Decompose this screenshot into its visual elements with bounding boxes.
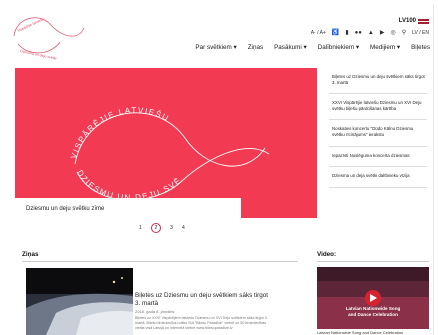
- video-divider: [317, 261, 429, 262]
- lv100-label: LV100: [398, 18, 416, 24]
- page-edge: [433, 4, 434, 335]
- video-frame: Latvian Nationwide Song and Dance Celebr…: [317, 267, 429, 329]
- search-icon[interactable]: ⚲: [402, 30, 406, 36]
- nav-item-par-svetkiem[interactable]: Par svētkiem ▾: [195, 44, 236, 51]
- news-date: 2018. gada 8. janvāris: [135, 309, 175, 314]
- nav-item-pasakumi[interactable]: Pasākumi ▾: [274, 44, 307, 51]
- nav-item-medijiem[interactable]: Medijiem ▾: [370, 44, 400, 51]
- instagram-icon[interactable]: ◎: [390, 30, 395, 36]
- font-size-toggle[interactable]: A- / A+: [311, 30, 326, 36]
- accessibility-icon[interactable]: ♿: [332, 30, 339, 36]
- latvian-flag-icon: [418, 18, 429, 24]
- youtube-icon[interactable]: ▶: [380, 30, 385, 36]
- main-nav: Par svētkiem ▾ Ziņas Pasākumi ▾ Dalībnie…: [195, 44, 430, 51]
- nav-item-biletes[interactable]: Biļetes: [411, 44, 430, 51]
- logo-text-bottom: Dziesmu un deju svētki: [20, 49, 57, 61]
- news-divider: [22, 261, 298, 262]
- sidebar-news-item[interactable]: Biļetes uz Dziesmu un deju svētkiem sāks…: [329, 68, 427, 95]
- news-image[interactable]: [26, 268, 133, 335]
- sidebar-news-item[interactable]: Dziesma un deja svētki dalībnieku vīzija: [329, 167, 427, 188]
- logo-text-top: Vispārējie latviešu: [17, 17, 45, 33]
- hero-arc-bottom: DZIESMU UN DEJU SVĒTKI: [15, 68, 183, 202]
- sidebar-news-list: Biļetes uz Dziesmu un deju svētkiem sāks…: [329, 68, 427, 188]
- language-switcher[interactable]: LV / EN: [412, 30, 429, 36]
- lv100-badge[interactable]: LV100: [399, 18, 429, 24]
- crowd-photo: [26, 268, 133, 335]
- pager-dot-2-active[interactable]: 2: [150, 223, 161, 233]
- sidebar-news-item[interactable]: XXVI Vispārējie latviešu Dziesmu un XVI …: [329, 94, 427, 121]
- news-title[interactable]: Biļetes uz Dziesmu un deju svētkiem sāks…: [135, 292, 270, 308]
- video-thumbnail[interactable]: Latvian Nationwide Song and Dance Celebr…: [317, 267, 429, 329]
- pager-dot-4[interactable]: 4: [182, 225, 185, 231]
- news-excerpt: Biļetes uz XXVI Vispārējiem latviešu Dzi…: [135, 316, 268, 330]
- news-section-title: Ziņas: [22, 251, 39, 258]
- sidebar-news-item[interactable]: Iepazīsti Noslēguma koncerta dziesmas: [329, 147, 427, 168]
- nav-item-zinas[interactable]: Ziņas: [248, 44, 263, 51]
- hero-arc-top: VISPĀRĒJIE LATVIEŠU: [69, 106, 171, 160]
- pager-dot-1[interactable]: 1: [139, 225, 142, 231]
- sidebar-news-item[interactable]: Noskaties koncertu "Dūdo Kālnu Dziesmu s…: [329, 120, 427, 147]
- slider-pager: 1 2 3 4: [139, 223, 185, 233]
- video-overlay-line2: and Dance Celebration: [348, 312, 398, 317]
- video-section-title: Video:: [317, 251, 337, 258]
- hero-caption[interactable]: Dziesmu un deju svētku zīme: [26, 206, 104, 212]
- facebook-icon[interactable]: ▮: [345, 30, 348, 36]
- video-overlay-line1: Latvian Nationwide Song: [346, 306, 401, 311]
- hero-emblem: VISPĀRĒJIE LATVIEŠU DZIESMU UN DEJU SVĒT…: [15, 68, 270, 202]
- twitter-icon[interactable]: ▲: [368, 30, 374, 36]
- video-title[interactable]: Latvian Nationwide Song and Dance Celebr…: [317, 330, 403, 335]
- flickr-icon[interactable]: ●●: [355, 30, 362, 36]
- pager-dot-3[interactable]: 3: [170, 225, 173, 231]
- site-logo[interactable]: Vispārējie latviešu Dziesmu un deju svēt…: [8, 6, 88, 62]
- utility-bar: A- / A+ ♿ ▮ ●● ▲ ▶ ◎ ⚲ LV / EN: [311, 30, 429, 36]
- nav-item-dalibniekiem[interactable]: Dalībniekiem ▾: [318, 44, 359, 51]
